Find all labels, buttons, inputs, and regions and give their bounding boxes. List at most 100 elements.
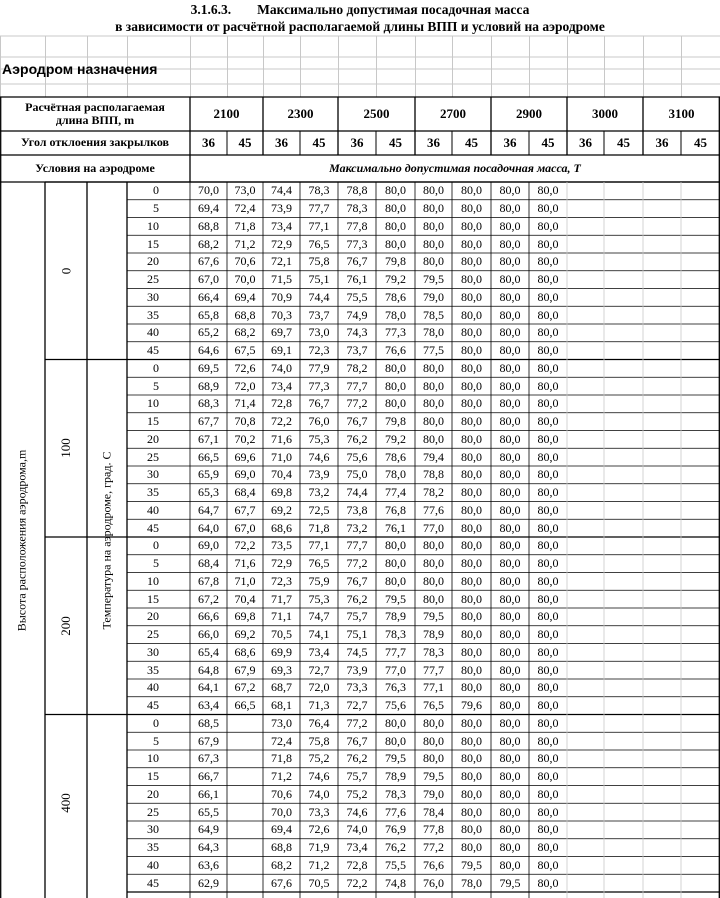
mass-value: 73,5	[271, 538, 292, 553]
mass-value: 78,3	[346, 201, 368, 216]
mass-value: 77,5	[423, 343, 444, 358]
mass-value: 78,0	[385, 307, 406, 322]
mass-value: 70,9	[271, 289, 292, 304]
mass-value: 77,1	[308, 538, 330, 553]
mass-value: 68,4	[198, 556, 219, 571]
mass-value: 76,5	[308, 556, 330, 571]
temperature-30: 30	[147, 822, 159, 837]
mass-value: 75,8	[308, 254, 330, 269]
mass-value: 76,7	[346, 414, 368, 429]
mass-value	[227, 839, 263, 857]
mass-value: 76,7	[346, 733, 368, 748]
mass-value: 78,2	[423, 485, 444, 500]
mass-value: 80,0	[423, 573, 444, 588]
elevation-100: 100	[57, 438, 73, 459]
elevation-axis-label: Высота расположения аэродрома,m	[14, 449, 29, 631]
mass-value: 72,0	[234, 378, 256, 393]
mass-value: 68,1	[271, 698, 292, 713]
mass-value: 80,0	[499, 218, 521, 233]
mass-value: 80,0	[499, 343, 521, 358]
mass-value: 80,0	[423, 201, 444, 216]
mass-value: 75,7	[346, 769, 368, 784]
mass-value: 66,4	[198, 289, 219, 304]
mass-value: 66,5	[234, 698, 256, 713]
mass-value: 76,0	[308, 414, 330, 429]
mass-value: 79,0	[423, 786, 444, 801]
mass-value	[227, 803, 263, 821]
mass-value: 80,0	[537, 698, 559, 713]
mass-value: 80,0	[461, 236, 482, 251]
mass-value: 80,0	[461, 662, 482, 677]
mass-value: 80,0	[499, 573, 521, 588]
mass-value: 69,4	[234, 289, 256, 304]
mass-value: 74,6	[346, 804, 368, 819]
mass-value: 63,6	[198, 857, 219, 872]
mass-value: 73,8	[346, 502, 368, 517]
mass-value: 80,0	[537, 822, 559, 837]
mass-value: 80,0	[461, 343, 482, 358]
mass-value: 80,0	[537, 644, 559, 659]
mass-value: 79,0	[423, 289, 444, 304]
mass-value: 80,0	[423, 254, 444, 269]
max-landing-mass-label: Максимально допустимая посадочная масса,…	[329, 160, 581, 175]
mass-value: 80,0	[423, 556, 444, 571]
runway-length-2900: 2900	[516, 105, 542, 121]
mass-value: 80,0	[461, 201, 482, 216]
mass-value: 80,0	[537, 538, 559, 553]
mass-value: 80,0	[499, 325, 521, 340]
mass-value: 80,0	[461, 520, 482, 535]
temperature-15: 15	[147, 769, 159, 784]
temperature-35: 35	[147, 840, 159, 855]
mass-value: 80,0	[461, 449, 482, 464]
mass-value: 80,0	[537, 786, 559, 801]
temperature-25: 25	[147, 804, 159, 819]
mass-value: 78,9	[385, 609, 406, 624]
mass-value: 80,0	[499, 378, 521, 393]
mass-value: 62,9	[198, 875, 219, 890]
mass-value: 76,6	[385, 343, 406, 358]
flap-angle-9: 45	[541, 134, 555, 150]
mass-value: 75,6	[346, 449, 368, 464]
temperature-40: 40	[147, 502, 159, 517]
runway-length-2700: 2700	[440, 105, 466, 121]
mass-value: 80,0	[537, 857, 559, 872]
mass-value: 75,3	[308, 591, 330, 606]
mass-value: 73,4	[346, 840, 368, 855]
mass-value: 68,8	[234, 307, 256, 322]
mass-value: 73,2	[308, 485, 330, 500]
mass-value: 80,0	[461, 467, 482, 482]
mass-value: 67,0	[234, 520, 256, 535]
mass-value: 71,2	[308, 857, 330, 872]
mass-value: 68,2	[271, 857, 292, 872]
mass-value: 74,7	[308, 609, 330, 624]
mass-value: 80,0	[499, 857, 521, 872]
mass-value: 75,7	[346, 609, 368, 624]
mass-value: 74,1	[308, 627, 330, 642]
mass-value: 73,3	[346, 680, 368, 695]
mass-value: 70,5	[271, 627, 292, 642]
mass-value: 68,5	[198, 715, 219, 730]
mass-value: 80,0	[499, 680, 521, 695]
runway-length-2500: 2500	[363, 105, 390, 121]
mass-value: 80,0	[537, 431, 559, 446]
mass-value	[227, 715, 263, 733]
flap-angle-2: 36	[275, 134, 288, 150]
mass-value: 71,0	[234, 573, 256, 588]
mass-value: 73,4	[308, 644, 330, 659]
mass-value: 64,3	[198, 840, 219, 855]
mass-value: 80,0	[461, 485, 482, 500]
mass-value: 71,9	[308, 840, 330, 855]
mass-value: 76,2	[346, 591, 368, 606]
mass-value: 80,0	[461, 183, 482, 198]
flap-angle-7: 45	[465, 134, 478, 150]
mass-value: 80,0	[499, 786, 521, 801]
mass-value: 80,0	[499, 715, 521, 730]
mass-value: 71,6	[271, 431, 292, 446]
mass-value: 72,3	[308, 343, 330, 358]
mass-value: 66,7	[198, 769, 219, 784]
mass-value: 80,0	[461, 627, 482, 642]
mass-value: 80,0	[537, 485, 559, 500]
mass-value: 75,3	[308, 431, 330, 446]
temperature-20: 20	[147, 431, 159, 446]
mass-value: 64,1	[198, 680, 219, 695]
